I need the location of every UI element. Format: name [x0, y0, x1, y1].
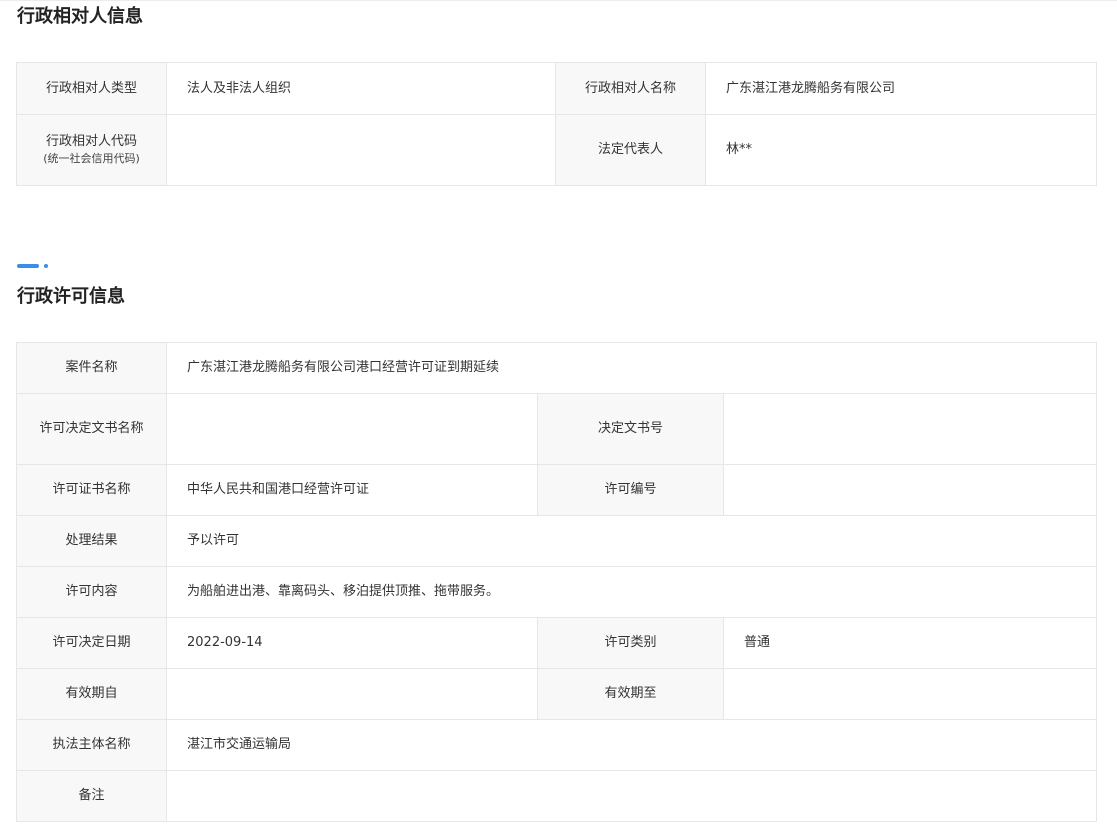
license-category-label: 许可类别: [537, 617, 724, 669]
party-type-label: 行政相对人类型: [16, 62, 167, 115]
table-row: 许可内容 为船舶进出港、靠离码头、移泊提供顶推、拖带服务。: [16, 566, 1097, 618]
license-category-value: 普通: [723, 617, 1097, 669]
case-name-label: 案件名称: [16, 342, 167, 394]
table-row: 行政相对人代码 (统一社会信用代码) 法定代表人 林**: [16, 114, 1097, 186]
top-divider: [0, 0, 1117, 1]
table-row: 执法主体名称 湛江市交通运输局: [16, 719, 1097, 771]
decision-doc-no-label: 决定文书号: [537, 393, 724, 465]
party-name-label: 行政相对人名称: [555, 62, 706, 115]
table-row: 许可决定日期 2022-09-14 许可类别 普通: [16, 617, 1097, 669]
authority-label: 执法主体名称: [16, 719, 167, 771]
table-row: 许可证书名称 中华人民共和国港口经营许可证 许可编号: [16, 464, 1097, 516]
accent-bar: [17, 264, 39, 268]
party-info-table: 行政相对人类型 法人及非法人组织 行政相对人名称 广东湛江港龙腾船务有限公司 行…: [16, 62, 1097, 186]
accent-dot: [44, 264, 48, 268]
valid-from-value: [166, 668, 538, 720]
party-code-sublabel: (统一社会信用代码): [43, 152, 140, 165]
party-section-title: 行政相对人信息: [17, 6, 143, 27]
license-content-value: 为船舶进出港、靠离码头、移泊提供顶推、拖带服务。: [166, 566, 1097, 618]
decision-date-label: 许可决定日期: [16, 617, 167, 669]
table-row: 许可决定文书名称 决定文书号: [16, 393, 1097, 465]
license-no-value: [723, 464, 1097, 516]
remark-label: 备注: [16, 770, 167, 822]
table-row: 行政相对人类型 法人及非法人组织 行政相对人名称 广东湛江港龙腾船务有限公司: [16, 62, 1097, 115]
party-code-value: [166, 114, 556, 186]
decision-doc-name-label: 许可决定文书名称: [16, 393, 167, 465]
party-name-value: 广东湛江港龙腾船务有限公司: [705, 62, 1097, 115]
result-label: 处理结果: [16, 515, 167, 567]
license-content-label: 许可内容: [16, 566, 167, 618]
party-code-label: 行政相对人代码 (统一社会信用代码): [16, 114, 167, 186]
license-section-title: 行政许可信息: [17, 286, 125, 307]
decision-doc-name-value: [166, 393, 538, 465]
decision-date-value: 2022-09-14: [166, 617, 538, 669]
license-info-table: 案件名称 广东湛江港龙腾船务有限公司港口经营许可证到期延续 许可决定文书名称 决…: [16, 342, 1097, 822]
authority-value: 湛江市交通运输局: [166, 719, 1097, 771]
table-row: 有效期自 有效期至: [16, 668, 1097, 720]
table-row: 备注: [16, 770, 1097, 822]
party-code-label-text: 行政相对人代码: [45, 134, 137, 149]
table-row: 处理结果 予以许可: [16, 515, 1097, 567]
remark-value: [166, 770, 1097, 822]
party-type-value: 法人及非法人组织: [166, 62, 556, 115]
decision-doc-no-value: [723, 393, 1097, 465]
legal-rep-label: 法定代表人: [555, 114, 706, 186]
table-row: 案件名称 广东湛江港龙腾船务有限公司港口经营许可证到期延续: [16, 342, 1097, 394]
result-value: 予以许可: [166, 515, 1097, 567]
cert-name-label: 许可证书名称: [16, 464, 167, 516]
valid-to-value: [723, 668, 1097, 720]
valid-from-label: 有效期自: [16, 668, 167, 720]
legal-rep-value: 林**: [705, 114, 1097, 186]
valid-to-label: 有效期至: [537, 668, 724, 720]
case-name-value: 广东湛江港龙腾船务有限公司港口经营许可证到期延续: [166, 342, 1097, 394]
cert-name-value: 中华人民共和国港口经营许可证: [166, 464, 538, 516]
license-no-label: 许可编号: [537, 464, 724, 516]
